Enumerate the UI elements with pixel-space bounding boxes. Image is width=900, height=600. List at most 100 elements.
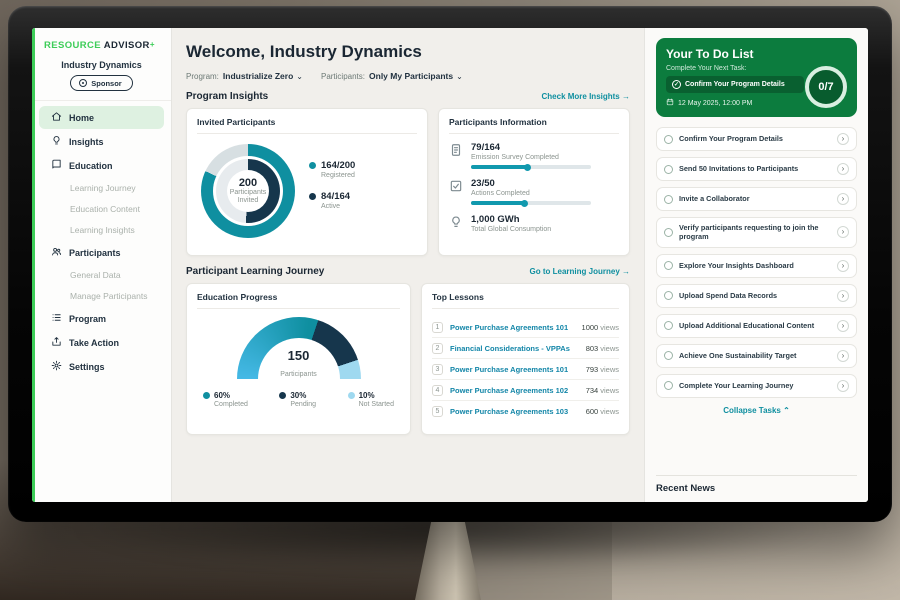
chevron-right-icon[interactable]: › <box>837 163 849 175</box>
task-item[interactable]: Confirm Your Program Details › <box>656 127 857 151</box>
book-icon <box>51 159 62 172</box>
task-checkbox[interactable] <box>664 381 673 390</box>
chevron-right-icon[interactable]: › <box>837 260 849 272</box>
task-item[interactable]: Upload Additional Educational Content › <box>656 314 857 338</box>
task-checkbox[interactable] <box>664 261 673 270</box>
filters-bar: Program: Industrialize Zero ⌄ Participan… <box>186 71 630 81</box>
monitor-bezel: RESOURCE ADVISOR+ Industry Dynamics Spon… <box>8 6 892 522</box>
sidebar-nav: Home Insights Education Learning Journey… <box>32 106 171 378</box>
chevron-right-icon[interactable]: › <box>837 320 849 332</box>
legend-dot-teal <box>203 392 210 399</box>
action-arrow-icon <box>51 336 62 349</box>
org-name: Industry Dynamics <box>32 60 171 70</box>
legend-item-pending: 30% Pending <box>279 391 316 408</box>
education-progress-card-title: Education Progress <box>197 292 400 309</box>
program-filter[interactable]: Program: Industrialize Zero ⌄ <box>186 71 303 81</box>
task-checkbox[interactable] <box>664 135 673 144</box>
todo-next-task[interactable]: ✓ Confirm Your Program Details <box>666 76 804 93</box>
legend-dot-teal <box>309 162 316 169</box>
legend-item-active: 84/164 Active <box>309 191 355 210</box>
people-icon <box>51 246 62 259</box>
lesson-link[interactable]: Power Purchase Agreements 101 <box>450 323 582 332</box>
collapse-tasks-link[interactable]: Collapse Tasks ⌃ <box>656 406 857 415</box>
participants-filter[interactable]: Participants: Only My Participants ⌄ <box>321 71 463 81</box>
sidebar-item-education-content[interactable]: Education Content <box>39 199 164 219</box>
task-item[interactable]: Send 50 Invitations to Participants › <box>656 157 857 181</box>
task-checkbox[interactable] <box>664 291 673 300</box>
go-to-learning-journey-link[interactable]: Go to Learning Journey → <box>530 267 630 276</box>
sidebar-item-label: Program <box>69 314 106 324</box>
sidebar: RESOURCE ADVISOR+ Industry Dynamics Spon… <box>32 28 172 502</box>
sidebar-item-learning-insights[interactable]: Learning Insights <box>39 220 164 240</box>
sidebar-item-manage-participants[interactable]: Manage Participants <box>39 286 164 306</box>
learning-journey-title: Participant Learning Journey <box>186 266 324 277</box>
check-more-insights-link[interactable]: Check More Insights → <box>542 92 630 101</box>
sidebar-item-learning-journey[interactable]: Learning Journey <box>39 178 164 198</box>
chevron-right-icon[interactable]: › <box>837 350 849 362</box>
page-title: Welcome, Industry Dynamics <box>186 42 630 62</box>
home-icon <box>51 111 62 124</box>
sidebar-item-label: Home <box>69 113 94 123</box>
sidebar-item-insights[interactable]: Insights <box>39 130 164 153</box>
emission-survey-progress-bar <box>471 165 591 169</box>
program-filter-label: Program: <box>186 72 219 81</box>
lesson-row: 4 Power Purchase Agreements 102 734views <box>432 380 619 401</box>
lesson-link[interactable]: Financial Considerations - VPPAs <box>450 344 586 353</box>
chevron-right-icon[interactable]: › <box>837 193 849 205</box>
legend-dot-navy <box>309 193 316 200</box>
chevron-right-icon[interactable]: › <box>837 290 849 302</box>
task-item[interactable]: Explore Your Insights Dashboard › <box>656 254 857 278</box>
task-checkbox[interactable] <box>664 195 673 204</box>
lesson-rank: 5 <box>432 406 443 417</box>
learning-cards-row: Education Progress 150 Participants 60% <box>186 283 630 435</box>
sidebar-item-label: Take Action <box>69 338 119 348</box>
task-checkbox[interactable] <box>664 321 673 330</box>
sidebar-item-settings[interactable]: Settings <box>39 355 164 378</box>
task-item[interactable]: Complete Your Learning Journey › <box>656 374 857 398</box>
chevron-right-icon[interactable]: › <box>837 226 849 238</box>
todo-panel: Your To Do List Complete Your Next Task:… <box>644 28 868 502</box>
sponsor-badge[interactable]: Sponsor <box>70 75 132 91</box>
invited-participants-donut-chart: 200 Participants Invited <box>201 144 295 238</box>
chevron-right-icon[interactable]: › <box>837 133 849 145</box>
todo-next-task-label: Confirm Your Program Details <box>685 81 785 88</box>
sponsor-icon <box>79 79 87 87</box>
legend-item-completed: 60% Completed <box>203 391 248 408</box>
sidebar-item-home[interactable]: Home <box>39 106 164 129</box>
sidebar-item-label: Learning Journey <box>70 183 136 193</box>
todo-title: Your To Do List <box>666 47 847 61</box>
task-checkbox[interactable] <box>664 165 673 174</box>
task-checkbox[interactable] <box>664 351 673 360</box>
list-icon <box>51 312 62 325</box>
task-item[interactable]: Verify participants requesting to join t… <box>656 217 857 248</box>
donut-center-label: Participants Invited <box>228 189 268 205</box>
checklist-icon <box>449 179 463 193</box>
logo-primary: RESOURCE <box>44 40 101 51</box>
todo-summary-card: Your To Do List Complete Your Next Task:… <box>656 38 857 117</box>
logo-secondary: ADVISOR <box>104 40 150 51</box>
sidebar-item-label: Settings <box>69 362 105 372</box>
lesson-rank: 2 <box>432 343 443 354</box>
lesson-link[interactable]: Power Purchase Agreements 101 <box>450 365 586 374</box>
gauge-legend: 60% Completed 30% Pending 10% Not Starte… <box>197 381 400 408</box>
sidebar-item-education[interactable]: Education <box>39 154 164 177</box>
insights-cards-row: Invited Participants 200 Participants In… <box>186 108 630 256</box>
chevron-right-icon[interactable]: › <box>837 380 849 392</box>
sidebar-item-take-action[interactable]: Take Action <box>39 331 164 354</box>
lightbulb-icon <box>51 135 62 148</box>
task-checkbox[interactable] <box>664 228 673 237</box>
lesson-link[interactable]: Power Purchase Agreements 103 <box>450 407 586 416</box>
task-item[interactable]: Achieve One Sustainability Target › <box>656 344 857 368</box>
sidebar-item-participants[interactable]: Participants <box>39 241 164 264</box>
participants-filter-value: Only My Participants <box>369 71 453 81</box>
chevron-up-icon: ⌃ <box>783 406 790 415</box>
task-item[interactable]: Invite a Collaborator › <box>656 187 857 211</box>
lesson-row: 5 Power Purchase Agreements 103 600views <box>432 401 619 421</box>
arrow-right-icon: → <box>622 267 630 276</box>
lesson-link[interactable]: Power Purchase Agreements 102 <box>450 386 586 395</box>
todo-datetime: 12 May 2025, 12:00 PM <box>666 98 804 108</box>
task-item[interactable]: Upload Spend Data Records › <box>656 284 857 308</box>
sidebar-item-general-data[interactable]: General Data <box>39 265 164 285</box>
actions-completed-progress-bar <box>471 201 591 205</box>
sidebar-item-program[interactable]: Program <box>39 307 164 330</box>
